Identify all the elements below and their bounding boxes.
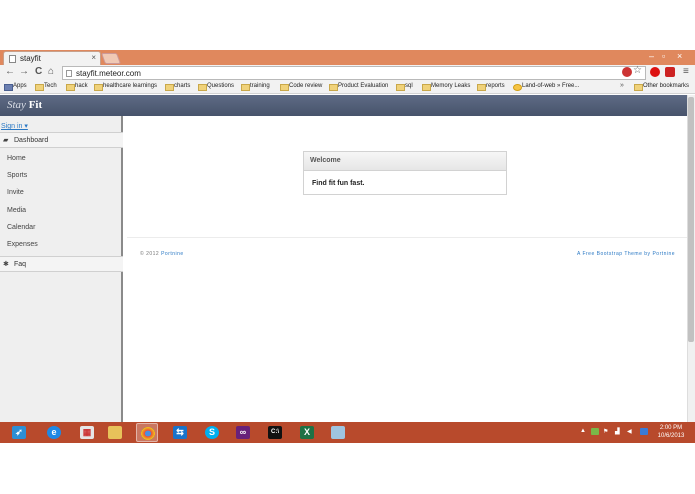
extension-icon-abp[interactable] [622,67,632,77]
chrome-icon [141,427,155,440]
bookmark-apps[interactable]: Apps [4,83,27,91]
sidebar-dashboard-label: Dashboard [14,137,49,144]
tray-volume-icon[interactable]: ◀ [627,428,632,435]
brand-italic: Stay [7,99,26,111]
panel-title: Welcome [304,152,506,171]
sidebar-item-expenses[interactable]: Expenses [7,241,38,248]
taskbar-notes-app[interactable] [327,423,349,442]
taskbar-skype[interactable]: S [201,423,223,442]
sidebar-item-calendar[interactable]: Calendar [7,224,35,231]
footer-credit: A Free Bootstrap Theme by Portnine [577,251,675,257]
sign-in-link[interactable]: Sign in ▾ [1,122,28,130]
rocket-icon: ➶ [12,426,26,439]
teamviewer-icon: ⇆ [173,426,187,439]
grid-icon: ▦ [80,426,94,439]
page-icon [9,55,16,63]
clock-date: 10/6/2013 [657,433,685,439]
window-close-icon[interactable]: × [677,51,682,61]
bookmark-folder[interactable]: sql [396,83,413,91]
credit-link[interactable]: Portnine [652,251,675,257]
sidebar-faq-header[interactable]: ✱ Faq [0,256,123,272]
extension-icon-opera[interactable] [650,67,660,77]
folder-icon [108,426,122,439]
tray-expand-icon[interactable]: ▲ [580,428,586,434]
tray-network-icon[interactable]: ▟ [615,428,620,435]
skype-icon: S [205,426,219,439]
sidebar-item-invite[interactable]: Invite [7,189,24,196]
forward-icon[interactable]: → [19,66,29,77]
dashboard-icon: ▰ [3,137,9,144]
welcome-panel: Welcome Find fit fun fast. [303,151,507,195]
bookmark-folder[interactable]: healthcare learnings [94,83,157,91]
brand-logo[interactable]: Stay Fit [7,99,42,111]
taskbar-teamviewer[interactable]: ⇆ [169,423,191,442]
url-text: stayfit.meteor.com [76,69,141,78]
site-navbar [0,95,687,116]
chrome-menu-icon[interactable]: ≡ [683,66,689,77]
tab-title: stayfit [20,54,41,63]
internet-explorer-icon: e [47,426,61,439]
bookmark-link[interactable]: Land-of-web » Free... [513,83,579,91]
taskbar-chrome[interactable] [136,423,158,442]
clock-time: 2:00 PM [659,425,683,431]
reload-icon[interactable]: C [35,66,42,77]
bookmark-folder[interactable]: charts [165,83,190,91]
extension-icon-lastpass[interactable] [665,67,675,77]
copyright-text: © 2012 [140,251,160,257]
visual-studio-icon: ∞ [236,426,250,439]
brand-bold: Fit [28,99,43,111]
terminal-icon: C:\ [268,426,282,439]
sidebar-faq-label: Faq [14,261,27,268]
tray-app-icon[interactable] [591,428,599,435]
faq-icon: ✱ [3,261,9,268]
taskbar-app-grid[interactable]: ▦ [76,423,98,442]
tray-app-icon-2[interactable] [640,428,648,435]
bookmark-folder[interactable]: Questions [198,83,234,91]
bookmark-folder[interactable]: training [241,83,270,91]
bookmark-star-icon[interactable]: ☆ [633,65,642,76]
taskbar-internet-explorer[interactable]: e [43,423,65,442]
taskbar-visual-studio[interactable]: ∞ [232,423,254,442]
bookmark-folder[interactable]: Memory Leaks [422,83,470,91]
bookmark-folder[interactable]: reports [477,83,505,91]
taskbar-command-prompt[interactable]: C:\ [264,423,286,442]
tray-flag-icon[interactable]: ⚑ [603,428,608,435]
taskbar-file-explorer[interactable] [104,423,126,442]
screenshot: stayfit × – ▫ × ← → C ⌂ stayfit.meteor.c… [0,0,695,494]
scrollbar-thumb[interactable] [688,97,694,342]
maximize-icon[interactable]: ▫ [662,51,665,61]
credit-link-text[interactable]: A Free Bootstrap Theme by [577,251,651,257]
taskbar-rocket-app[interactable]: ➶ [8,423,30,442]
back-icon[interactable]: ← [5,66,15,77]
excel-icon: X [300,426,314,439]
bookmark-folder[interactable]: Code review [280,83,322,91]
tab-close-icon[interactable]: × [91,53,96,62]
copyright-link[interactable]: Portnine [161,251,184,257]
address-bar[interactable]: stayfit.meteor.com [62,66,646,80]
more-bookmarks-icon[interactable]: » [620,82,624,89]
panel-body: Find fit fun fast. [312,180,365,187]
home-icon[interactable]: ⌂ [48,66,54,77]
notes-icon [331,426,345,439]
other-bookmarks[interactable]: Other bookmarks [634,83,689,91]
taskbar-clock[interactable]: 2:00 PM 10/6/2013 [655,424,687,440]
bookmark-folder[interactable]: Tech [35,83,57,91]
browser-tab[interactable]: stayfit × [3,51,101,65]
sidebar-dashboard-header[interactable]: ▰ Dashboard [0,132,123,148]
bookmark-folder[interactable]: hack [66,83,88,91]
bookmark-folder[interactable]: Product Evaluation [329,83,388,91]
sidebar-item-media[interactable]: Media [7,207,26,214]
footer-divider [127,237,687,238]
taskbar-excel[interactable]: X [296,423,318,442]
footer-copyright: © 2012 Portnine [140,251,184,257]
page-icon [66,70,72,77]
minimize-icon[interactable]: – [649,51,654,61]
sidebar-item-home[interactable]: Home [7,155,26,162]
sidebar-item-sports[interactable]: Sports [7,172,27,179]
